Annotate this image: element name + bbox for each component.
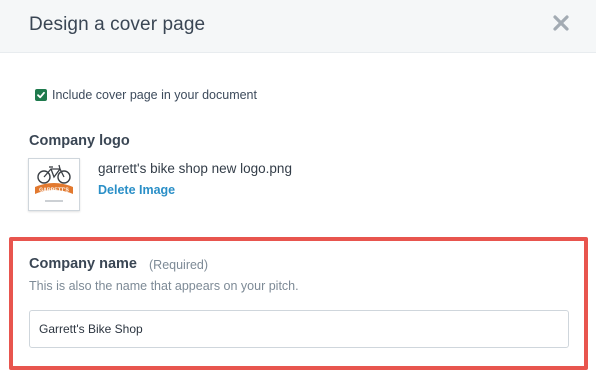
bike-shop-logo-icon: GARRETT'S: [35, 164, 73, 202]
company-name-label: Company name: [29, 256, 137, 272]
dialog-header: Design a cover page: [0, 0, 596, 53]
include-cover-label: Include cover page in your document: [52, 88, 257, 102]
close-icon[interactable]: [548, 10, 574, 36]
svg-text:GARRETT'S: GARRETT'S: [39, 188, 69, 194]
delete-image-link[interactable]: Delete Image: [98, 183, 175, 197]
company-name-input[interactable]: [29, 310, 569, 348]
required-indicator: (Required): [149, 258, 209, 272]
include-cover-option[interactable]: Include cover page in your document: [35, 87, 257, 103]
company-logo-thumbnail: GARRETT'S: [28, 158, 80, 211]
logo-file-name: garrett's bike shop new logo.png: [98, 161, 292, 176]
cover-page-dialog: Design a cover page Include cover page i…: [0, 0, 596, 380]
include-cover-checkbox[interactable]: [35, 89, 47, 101]
company-name-hint: This is also the name that appears on yo…: [29, 279, 299, 293]
checkmark-icon: [37, 91, 45, 99]
dialog-title: Design a cover page: [29, 14, 206, 35]
company-logo-label: Company logo: [29, 133, 130, 149]
